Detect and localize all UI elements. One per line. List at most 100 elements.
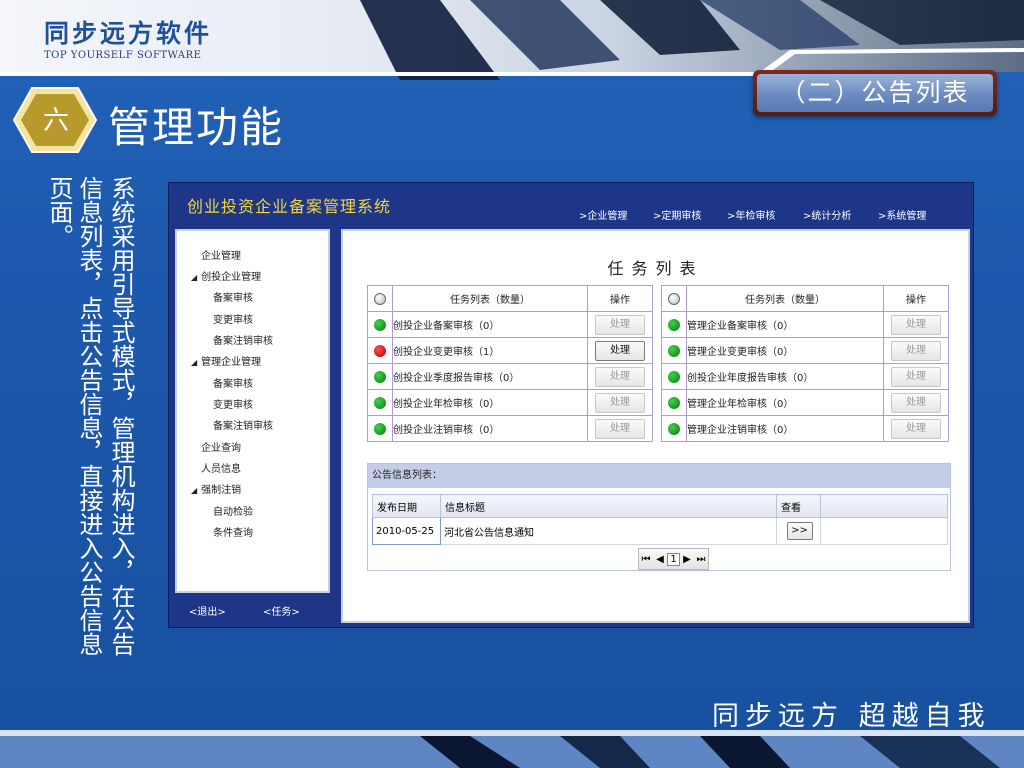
- column-empty: [820, 494, 948, 518]
- status-green-icon: [668, 422, 680, 435]
- sidebar-item-filing-review[interactable]: 备案审核: [213, 289, 253, 304]
- task-label: 管理企业注销审核（0）: [686, 415, 884, 442]
- table-row: 管理企业注销审核（0） 处理: [661, 415, 949, 442]
- process-button[interactable]: 处理: [891, 366, 941, 387]
- tasks-link[interactable]: <任务>: [263, 603, 300, 618]
- column-title: 信息标题: [440, 494, 777, 518]
- column-view: 查看: [776, 494, 821, 518]
- main-panel: 任务列表 任务列表（数量） 操作 创投企业备案审核（0） 处理 创投企业变更审核…: [341, 229, 970, 623]
- task-label: 创投企业注销审核（0）: [392, 415, 588, 442]
- current-page[interactable]: 1: [667, 552, 680, 566]
- task-list-header: 任务列表（数量）: [392, 285, 588, 312]
- notice-heading: 公告信息列表：: [368, 464, 950, 488]
- table-row: 创投企业变更审核（1） 处理: [367, 337, 653, 364]
- select-all-radio[interactable]: [661, 285, 687, 312]
- notice-table: 发布日期 信息标题 查看 2010-05-25 河北省公告信息通知 >>: [372, 494, 948, 545]
- sidebar-group-forced-cancel[interactable]: ◢ 强制注销: [191, 481, 241, 496]
- task-list-title: 任务列表: [607, 259, 704, 278]
- process-button[interactable]: 处理: [891, 340, 941, 361]
- table-row: 管理企业备案审核（0） 处理: [661, 311, 949, 338]
- sidebar-item-company[interactable]: 企业管理: [201, 247, 241, 262]
- description-line-1: 系统采用引导式模式，管理机构进入，在公告: [107, 176, 135, 656]
- sidebar-item-filing-review-2[interactable]: 备案审核: [213, 375, 253, 390]
- nav-periodic-review[interactable]: >定期审核: [653, 207, 701, 222]
- table-row: 2010-05-25 河北省公告信息通知 >>: [372, 517, 948, 545]
- subtitle-text: （二）公告列表: [757, 74, 993, 112]
- process-button[interactable]: 处理: [595, 314, 645, 335]
- notice-panel: 公告信息列表： 发布日期 信息标题 查看 2010-05-25 河北省公告信息通…: [367, 463, 951, 571]
- sidebar-item-personnel[interactable]: 人员信息: [201, 460, 241, 475]
- sidebar-group-label: 创投企业管理: [201, 272, 262, 283]
- view-button[interactable]: >>: [786, 522, 813, 540]
- first-page-icon[interactable]: ⏮: [639, 554, 653, 565]
- notice-title[interactable]: 河北省公告信息通知: [440, 517, 777, 545]
- operation-header: 操作: [587, 285, 653, 312]
- sidebar-item-change-review[interactable]: 变更审核: [213, 311, 253, 326]
- process-button[interactable]: 处理: [595, 392, 645, 413]
- operation-header: 操作: [883, 285, 949, 312]
- column-date: 发布日期: [372, 494, 441, 518]
- next-page-icon[interactable]: ▶: [680, 554, 694, 565]
- status-green-icon: [374, 422, 386, 435]
- process-button[interactable]: 处理: [891, 392, 941, 413]
- nav-annual-review[interactable]: >年检审核: [727, 207, 775, 222]
- process-button[interactable]: 处理: [595, 418, 645, 439]
- radio-icon: [374, 292, 386, 305]
- description-line-2: 信息列表，点击公告信息，直接进入公告信息: [75, 176, 103, 656]
- status-green-icon: [668, 396, 680, 409]
- process-button[interactable]: 处理: [595, 340, 645, 361]
- description-line-3: 页面。: [45, 176, 73, 248]
- sidebar-item-cancel-review-2[interactable]: 备案注销审核: [213, 417, 273, 432]
- process-button[interactable]: 处理: [595, 366, 645, 387]
- sidebar-group-vc-company[interactable]: ◢ 创投企业管理: [191, 268, 261, 283]
- status-green-icon: [374, 396, 386, 409]
- task-label: 管理企业备案审核（0）: [686, 311, 884, 338]
- process-button[interactable]: 处理: [891, 418, 941, 439]
- task-label: 创投企业季度报告审核（0）: [392, 363, 588, 390]
- task-table-left: 任务列表（数量） 操作 创投企业备案审核（0） 处理 创投企业变更审核（1） 处…: [367, 285, 653, 442]
- nav-system-management[interactable]: >系统管理: [878, 207, 926, 222]
- status-green-icon: [668, 318, 680, 331]
- subtitle-pill: （二）公告列表: [753, 70, 997, 116]
- sidebar-group-mgmt-company[interactable]: ◢ 管理企业管理: [191, 353, 261, 368]
- task-label: 创投企业年度报告审核（0）: [686, 363, 884, 390]
- status-red-icon: [374, 344, 386, 357]
- sidebar-item-cancel-review[interactable]: 备案注销审核: [213, 332, 273, 347]
- task-label: 创投企业备案审核（0）: [392, 311, 588, 338]
- status-green-icon: [668, 370, 680, 383]
- sidebar: 企业管理 ◢ 创投企业管理 备案审核 变更审核 备案注销审核 ◢ 管理企业管理 备案…: [175, 229, 330, 593]
- sidebar-group-label: 管理企业管理: [201, 357, 262, 368]
- table-row: 创投企业年度报告审核（0） 处理: [661, 363, 949, 390]
- nav-company-management[interactable]: >企业管理: [579, 207, 627, 222]
- section-title: 管理功能: [108, 103, 285, 152]
- app-title: 创业投资企业备案管理系统: [187, 197, 392, 216]
- table-row: 创投企业年检审核（0） 处理: [367, 389, 653, 416]
- sidebar-group-label: 强制注销: [201, 485, 242, 496]
- status-green-icon: [374, 370, 386, 383]
- notice-date: 2010-05-25: [372, 517, 441, 545]
- last-page-icon[interactable]: ⏭: [694, 554, 708, 565]
- slide: 同步远方软件 TOP YOURSELF SOFTWARE 六 管理功能 （二）公…: [0, 0, 1024, 768]
- process-button[interactable]: 处理: [891, 314, 941, 335]
- pager: ⏮ ◀ 1 ▶ ⏭: [638, 548, 709, 570]
- nav-statistics[interactable]: >统计分析: [803, 207, 851, 222]
- task-label: 管理企业年检审核（0）: [686, 389, 884, 416]
- select-all-radio[interactable]: [367, 285, 393, 312]
- status-green-icon: [668, 344, 680, 357]
- slogan: 同步远方 超越自我: [712, 701, 991, 732]
- expand-caret-icon: ◢: [191, 273, 198, 282]
- sidebar-item-condition-query[interactable]: 条件查询: [213, 524, 253, 539]
- expand-caret-icon: ◢: [191, 486, 198, 495]
- prev-page-icon[interactable]: ◀: [653, 554, 667, 565]
- sidebar-item-company-query[interactable]: 企业查询: [201, 439, 241, 454]
- expand-caret-icon: ◢: [191, 358, 198, 367]
- table-row: 管理企业年检审核（0） 处理: [661, 389, 949, 416]
- empty-cell: [820, 517, 948, 545]
- task-label: 管理企业变更审核（0）: [686, 337, 884, 364]
- task-label: 创投企业变更审核（1）: [392, 337, 588, 364]
- footer-swirl-graphic: [0, 730, 1024, 768]
- status-green-icon: [374, 318, 386, 331]
- logout-link[interactable]: <退出>: [189, 603, 226, 618]
- sidebar-item-change-review-2[interactable]: 变更审核: [213, 396, 253, 411]
- sidebar-item-auto-check[interactable]: 自动检验: [213, 503, 253, 518]
